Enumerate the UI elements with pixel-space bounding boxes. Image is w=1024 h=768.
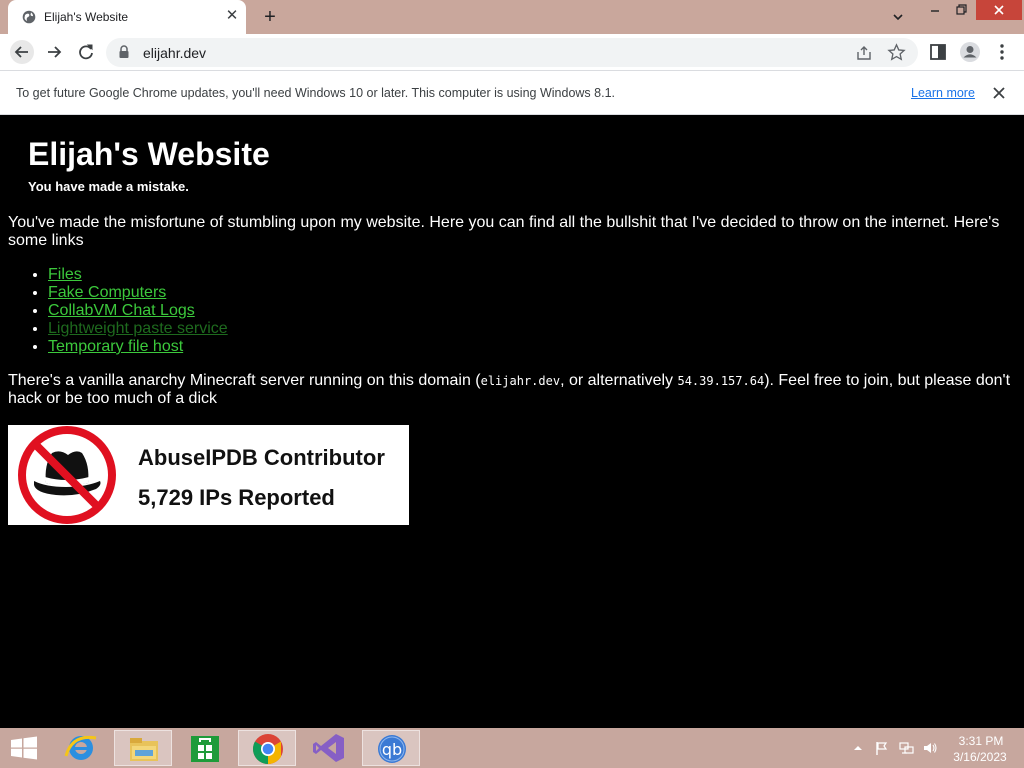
page-title: Elijah's Website (28, 136, 270, 172)
no-black-hat-icon (18, 426, 116, 524)
clock-date[interactable]: 3/16/2023 (952, 750, 1008, 764)
minimize-icon[interactable] (922, 0, 948, 20)
taskbar-internet-explorer[interactable] (52, 730, 110, 766)
reload-icon[interactable] (74, 40, 98, 64)
learn-more-link[interactable]: Learn more (911, 86, 975, 100)
list-item: Fake Computers (48, 284, 228, 302)
side-panel-icon[interactable] (926, 40, 950, 64)
minecraft-ip: 54.39.157.64 (677, 374, 765, 388)
menu-kebab-icon[interactable] (990, 40, 1014, 64)
folder-icon (130, 738, 158, 761)
abuseipdb-badge[interactable]: AbuseIPDB Contributor 5,729 IPs Reported (8, 425, 409, 525)
web-page: Elijah's Website You have made a mistake… (0, 116, 1024, 728)
minecraft-text-before: There's a vanilla anarchy Minecraft serv… (8, 372, 481, 389)
svg-text:qb: qb (382, 740, 402, 759)
windows-start-icon[interactable] (10, 736, 38, 760)
infobar-close-icon[interactable] (991, 85, 1007, 101)
list-item: Temporary file host (48, 338, 228, 356)
volume-icon[interactable] (922, 740, 938, 756)
action-center-flag-icon[interactable] (874, 740, 890, 756)
taskbar-store[interactable] (176, 730, 234, 766)
window-close-icon[interactable] (976, 0, 1022, 20)
forward-arrow-icon[interactable] (42, 40, 66, 64)
minecraft-domain: elijahr.dev (480, 374, 561, 388)
profile-avatar-icon[interactable] (958, 40, 982, 64)
restore-icon[interactable] (948, 0, 974, 20)
link-files[interactable]: Files (48, 266, 82, 283)
address-bar[interactable]: elijahr.dev (106, 38, 918, 67)
link-fake-computers[interactable]: Fake Computers (48, 284, 166, 301)
store-icon (191, 736, 219, 762)
abuseipdb-count: 5,729 IPs Reported (138, 485, 335, 510)
tab-strip: Elijah's Website ✕ + (0, 0, 1024, 34)
qbittorrent-icon: qb (378, 735, 406, 763)
browser-toolbar: elijahr.dev (0, 34, 1024, 71)
visual-studio-icon (313, 734, 344, 762)
page-subtitle: You have made a mistake. (28, 179, 189, 194)
share-icon[interactable] (855, 44, 873, 62)
taskbar-visual-studio[interactable] (300, 730, 358, 766)
update-infobar: To get future Google Chrome updates, you… (0, 71, 1024, 115)
tab-close-icon[interactable]: ✕ (224, 8, 240, 24)
network-icon[interactable] (898, 740, 914, 756)
taskbar-file-explorer[interactable] (114, 730, 172, 766)
link-list: Files Fake Computers CollabVM Chat Logs … (48, 266, 228, 356)
taskbar-qbittorrent[interactable]: qb (362, 730, 420, 766)
internet-explorer-icon (64, 735, 97, 760)
list-item: Files (48, 266, 228, 284)
globe-icon (22, 10, 36, 24)
link-collabvm-chat-logs[interactable]: CollabVM Chat Logs (48, 302, 195, 319)
url-text[interactable]: elijahr.dev (143, 45, 206, 61)
lock-icon[interactable] (118, 45, 130, 59)
link-temp-file-host[interactable]: Temporary file host (48, 338, 183, 355)
tab-title: Elijah's Website (44, 10, 129, 24)
chrome-icon (252, 734, 283, 764)
bookmark-star-icon[interactable] (887, 43, 906, 62)
new-tab-button[interactable]: + (260, 7, 280, 27)
windows-taskbar: qb 3:31 PM 3/16/2023 (0, 728, 1024, 768)
link-paste-service[interactable]: Lightweight paste service (48, 320, 228, 337)
intro-paragraph: You've made the misfortune of stumbling … (8, 214, 1000, 249)
list-item: CollabVM Chat Logs (48, 302, 228, 320)
show-hidden-icons-icon[interactable] (850, 740, 866, 756)
tab-active[interactable]: Elijah's Website ✕ (8, 0, 246, 34)
back-arrow-icon[interactable] (10, 40, 34, 64)
clock-time[interactable]: 3:31 PM (958, 734, 1004, 748)
tab-search-icon[interactable] (888, 8, 908, 26)
list-item: Lightweight paste service (48, 320, 228, 338)
abuseipdb-title: AbuseIPDB Contributor (138, 445, 385, 470)
infobar-message: To get future Google Chrome updates, you… (16, 86, 615, 100)
minecraft-text-middle: , or alternatively (560, 372, 678, 389)
taskbar-chrome[interactable] (238, 730, 296, 766)
minecraft-paragraph: There's a vanilla anarchy Minecraft serv… (8, 372, 1018, 408)
